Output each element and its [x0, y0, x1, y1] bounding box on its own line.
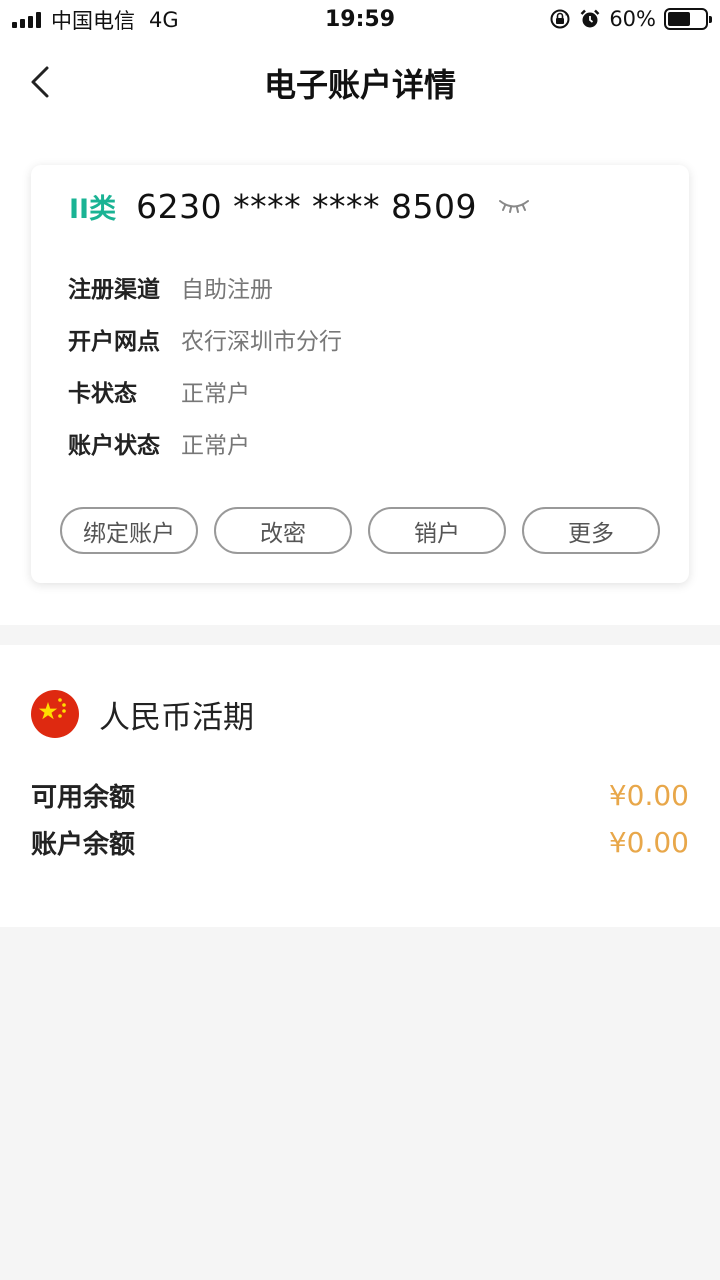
- rotation-lock-icon: [550, 9, 570, 29]
- info-value: 正常户: [181, 433, 250, 459]
- currency-header: 人民币活期: [31, 690, 254, 738]
- info-value: 正常户: [181, 381, 250, 407]
- info-label: 卡状态: [68, 381, 137, 407]
- balance-value: ¥0.00: [608, 825, 689, 859]
- info-row-card-status: 卡状态 正常户: [68, 365, 342, 417]
- card-header: II类 6230 **** **** 8509: [69, 185, 531, 227]
- info-row-channel: 注册渠道 自助注册: [68, 261, 342, 313]
- close-account-button[interactable]: 销户: [368, 507, 506, 554]
- balance-label: 可用余额: [31, 782, 136, 813]
- info-row-branch: 开户网点 农行深圳市分行: [68, 313, 342, 365]
- nav-bar: 电子账户详情: [0, 40, 720, 125]
- card-number: 6230 **** **** 8509: [136, 186, 478, 226]
- china-flag-icon: [31, 690, 79, 738]
- more-button[interactable]: 更多: [522, 507, 660, 554]
- card-type-badge: II类: [69, 193, 117, 225]
- battery-fill: [668, 12, 690, 26]
- available-balance-row: 可用余额 ¥0.00: [31, 773, 689, 817]
- eye-closed-icon[interactable]: [497, 196, 531, 216]
- card-actions: 绑定账户 改密 销户 更多: [60, 507, 660, 554]
- info-label: 注册渠道: [68, 277, 160, 303]
- change-password-button[interactable]: 改密: [214, 507, 352, 554]
- info-row-account-status: 账户状态 正常户: [68, 417, 342, 469]
- battery-icon: [664, 8, 712, 30]
- balance-section: 人民币活期 可用余额 ¥0.00 账户余额 ¥0.00: [0, 645, 720, 927]
- account-section: II类 6230 **** **** 8509 注册渠道 自助注册 开户网点 农…: [0, 125, 720, 625]
- status-right: 60%: [549, 7, 712, 31]
- info-value: 自助注册: [181, 277, 273, 303]
- account-card: II类 6230 **** **** 8509 注册渠道 自助注册 开户网点 农…: [31, 165, 689, 583]
- page-title: 电子账户详情: [263, 66, 456, 104]
- account-balance-row: 账户余额 ¥0.00: [31, 820, 689, 864]
- info-label: 账户状态: [68, 433, 160, 459]
- account-info-list: 注册渠道 自助注册 开户网点 农行深圳市分行 卡状态 正常户 账户状态 正常户: [68, 261, 342, 469]
- currency-title: 人民币活期: [99, 699, 254, 736]
- balance-value: ¥0.00: [608, 778, 689, 812]
- bind-account-button[interactable]: 绑定账户: [60, 507, 198, 554]
- balance-label: 账户余额: [31, 829, 136, 860]
- info-label: 开户网点: [68, 329, 160, 355]
- info-value: 农行深圳市分行: [181, 329, 342, 355]
- battery-percent: 60%: [609, 7, 656, 31]
- alarm-icon: [580, 9, 600, 28]
- status-bar: 中国电信 4G 19:59 60%: [0, 0, 720, 40]
